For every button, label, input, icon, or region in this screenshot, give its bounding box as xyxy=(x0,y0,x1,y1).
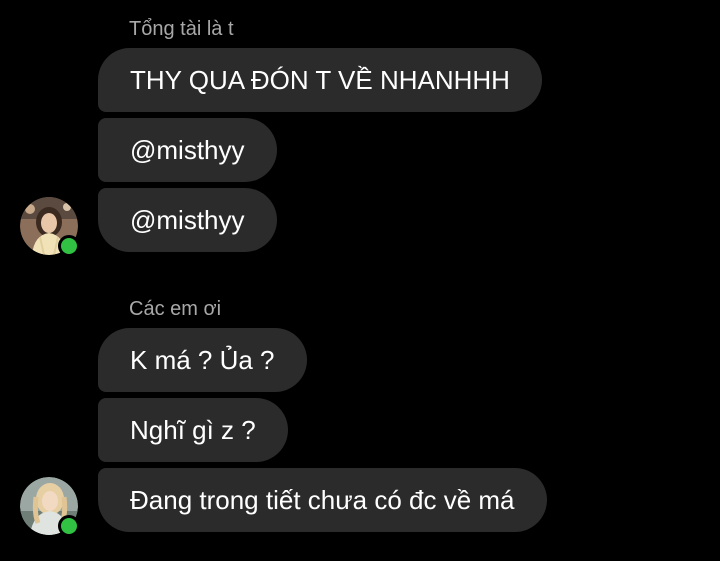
online-status-icon xyxy=(58,515,80,537)
online-status-icon xyxy=(58,235,80,257)
sender-name: Các em ơi xyxy=(129,298,222,320)
message-bubble[interactable]: Nghĩ gì z ? xyxy=(98,398,288,462)
mention-bubble[interactable]: @misthyy xyxy=(98,188,277,252)
message-bubble[interactable]: Đang trong tiết chưa có đc về má xyxy=(98,468,547,532)
sender-name: Tổng tài là t xyxy=(129,18,234,40)
avatar[interactable] xyxy=(20,197,80,257)
avatar[interactable] xyxy=(20,477,80,537)
message-bubble[interactable]: THY QUA ĐÓN T VỀ NHANHHH xyxy=(98,48,542,112)
mention-bubble[interactable]: @misthyy xyxy=(98,118,277,182)
message-bubble[interactable]: K má ? Ủa ? xyxy=(98,328,307,392)
